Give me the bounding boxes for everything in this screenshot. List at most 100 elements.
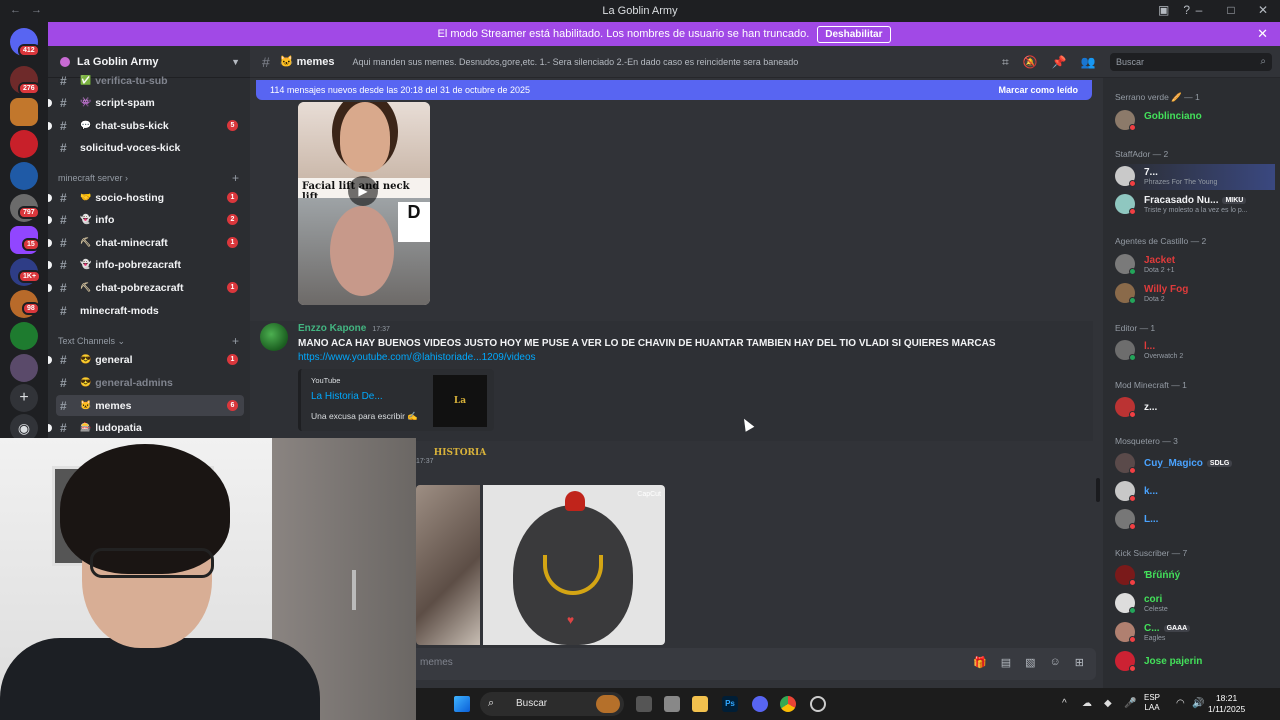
category-text-channels[interactable]: Text Channels ⌄ + — [58, 334, 239, 348]
search-input[interactable]: Buscar ⌕ — [1110, 53, 1272, 71]
add-channel-icon[interactable]: + — [232, 171, 239, 185]
mark-as-read-button[interactable]: Marcar como leído — [998, 85, 1078, 95]
photoshop-icon[interactable]: Ps — [722, 696, 738, 712]
member-group-label: Agentes de Castillo — 2 — [1115, 236, 1207, 246]
tray-chevron-icon[interactable]: ^ — [1062, 698, 1067, 709]
tray-app-icon[interactable]: ◆ — [1104, 698, 1112, 709]
pinned-messages-icon[interactable]: 📌 — [1052, 55, 1067, 70]
status-icon — [1129, 607, 1136, 614]
server-icon[interactable] — [10, 98, 38, 126]
hash-icon: # — [60, 212, 67, 227]
apps-icon[interactable]: ⊞ — [1075, 656, 1084, 669]
status-icon — [1129, 636, 1136, 643]
task-view-icon[interactable] — [636, 696, 652, 712]
wifi-icon[interactable]: ◠ — [1176, 698, 1185, 709]
member-item[interactable]: Ɓŕűńńý — [1115, 563, 1275, 589]
composer-placeholder: memes — [420, 657, 453, 668]
channel-item-active[interactable]: # 🐱 memes 6 — [56, 395, 244, 416]
message-link[interactable]: https://www.youtube.com/@lahistoriade...… — [298, 352, 536, 363]
category-minecraft[interactable]: minecraft server › + — [58, 171, 239, 185]
channel-topic[interactable]: Aqui manden sus memes. Desnudos,gore,etc… — [352, 57, 798, 67]
channel-item[interactable]: # 😎 general-admins — [56, 372, 244, 393]
scrollbar[interactable] — [1096, 478, 1100, 502]
member-item[interactable]: Goblinciano — [1115, 108, 1275, 134]
member-item[interactable]: Fracasado Nu... MIKU Triste y molesto a l… — [1115, 192, 1275, 218]
input-language[interactable]: ESP LAA — [1144, 693, 1160, 713]
threads-icon[interactable]: ⌗ — [1002, 55, 1009, 70]
video-attachment[interactable]: Facial lift and neck lift D ▶ — [298, 102, 430, 305]
gift-icon[interactable]: 🎁 — [973, 656, 987, 669]
new-messages-bar[interactable]: 114 mensajes nuevos desde las 20:18 del … — [256, 80, 1092, 100]
server-icon[interactable] — [10, 162, 38, 190]
member-item[interactable]: k... — [1115, 479, 1275, 505]
channel-item[interactable]: # ✅ verifica-tu-sub — [56, 70, 244, 91]
inbox-icon[interactable]: ▣ — [1158, 3, 1169, 17]
member-item[interactable]: Willy Fog Dota 2 — [1115, 281, 1275, 307]
server-icon[interactable] — [10, 322, 38, 350]
server-icon[interactable] — [10, 130, 38, 158]
rail-badge: 412 — [18, 44, 40, 57]
channel-item[interactable]: # solicitud-voces-kick — [56, 137, 244, 158]
chrome-icon[interactable] — [780, 696, 796, 712]
add-server-icon[interactable]: + — [10, 384, 38, 412]
help-icon[interactable]: ? — [1183, 3, 1190, 17]
channel-item[interactable]: # 💬 chat-subs-kick 5 — [48, 115, 244, 136]
member-item[interactable]: C... GAAA Eagles — [1115, 620, 1275, 646]
avatar[interactable] — [260, 323, 288, 351]
add-channel-icon[interactable]: + — [232, 334, 239, 348]
taskbar-widget-icon[interactable] — [596, 695, 620, 713]
channel-item[interactable]: # minecraft-mods — [56, 300, 244, 321]
member-item[interactable]: l... Overwatch 2 — [1115, 338, 1275, 364]
windows-start-icon[interactable] — [454, 696, 470, 712]
image-attachment[interactable] — [416, 485, 480, 645]
member-item[interactable]: Cuy_Magico SDLG — [1115, 451, 1275, 477]
mention-count: 6 — [227, 400, 238, 411]
channel-item[interactable]: # 🎰 ludopatia — [48, 417, 244, 438]
image-attachment[interactable]: ♥ CapCut — [483, 485, 665, 645]
channel-item[interactable]: # 🤝 socio-hosting 1 — [48, 187, 244, 208]
member-item[interactable]: cori Celeste — [1115, 591, 1275, 617]
maximize-icon[interactable]: □ — [1224, 3, 1238, 17]
member-list-icon[interactable]: 👥 — [1081, 55, 1096, 70]
server-icon[interactable] — [10, 354, 38, 382]
notifications-muted-icon[interactable]: 🔕 — [1023, 55, 1038, 70]
onedrive-icon[interactable]: ☁ — [1082, 698, 1092, 709]
channel-emoji: 😎 — [80, 354, 92, 364]
channel-item[interactable]: # ⛏ chat-minecraft 1 — [48, 232, 244, 253]
file-explorer-icon[interactable] — [692, 696, 708, 712]
member-item[interactable]: L... — [1115, 507, 1275, 533]
channel-item[interactable]: # 👾 script-spam — [48, 92, 244, 113]
channel-item[interactable]: # 👻 info-pobrezacraft — [48, 254, 244, 275]
gif-icon[interactable]: ▤ — [1001, 656, 1011, 669]
minimize-icon[interactable]: – — [1192, 3, 1206, 17]
channel-item[interactable]: # 😎 general 1 — [48, 349, 244, 370]
video-logo: D — [398, 202, 430, 242]
close-banner-icon[interactable]: ✕ — [1257, 26, 1268, 42]
embed-thumbnail[interactable]: La HISTORIA — [433, 375, 487, 458]
video-face — [330, 206, 394, 296]
system-clock[interactable]: 18:21 1/11/2025 — [1208, 693, 1245, 715]
discord-taskbar-icon[interactable] — [752, 696, 768, 712]
channel-item[interactable]: # ⛏ chat-pobrezacraft 1 — [48, 277, 244, 298]
volume-icon[interactable]: 🔊 — [1192, 698, 1204, 709]
member-item[interactable]: 7... Phrazes For The Young — [1115, 164, 1275, 190]
author-name[interactable]: Enzzo Kapone — [298, 323, 366, 334]
hash-icon: # — [60, 257, 67, 272]
taskbar-app-icon[interactable] — [664, 696, 680, 712]
disable-streamer-button[interactable]: Deshabilitar — [817, 25, 891, 43]
play-icon[interactable]: ▶ — [348, 176, 378, 206]
sticker-icon[interactable]: ▧ — [1025, 656, 1035, 669]
embed-title[interactable]: La Historia De... — [311, 391, 383, 402]
status-icon — [1129, 354, 1136, 361]
message-author[interactable]: Enzzo Kapone 17:37 — [298, 323, 390, 334]
back-forward-icon[interactable]: ←→ — [10, 4, 52, 16]
member-name: l... — [1144, 341, 1156, 352]
member-item[interactable]: z... — [1115, 395, 1275, 421]
member-item[interactable]: Jacket Dota 2 +1 — [1115, 252, 1275, 278]
emoji-icon[interactable]: ☺ — [1050, 656, 1061, 669]
microphone-icon[interactable]: 🎤 — [1124, 698, 1136, 709]
member-item[interactable]: Jose pajerin — [1115, 649, 1275, 675]
taskbar-app-icon[interactable] — [810, 696, 826, 712]
channel-item[interactable]: # 👻 info 2 — [48, 209, 244, 230]
close-window-icon[interactable]: ✕ — [1256, 3, 1270, 17]
